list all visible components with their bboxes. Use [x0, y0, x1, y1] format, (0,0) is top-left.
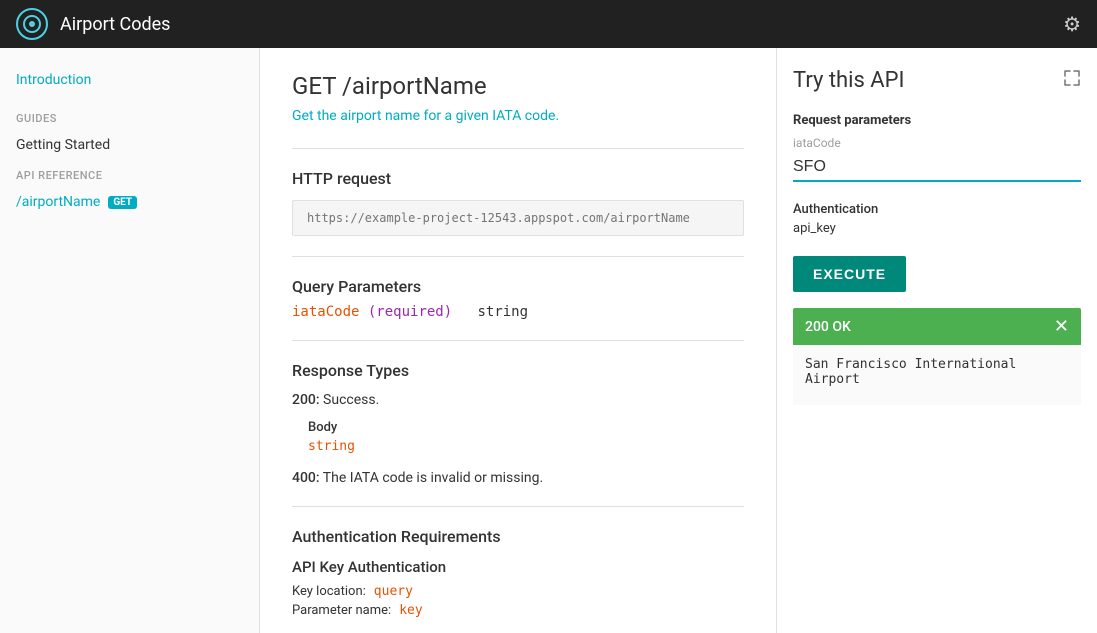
auth-param-name-row: Parameter name: key	[292, 603, 744, 618]
auth-sub-heading: API Key Authentication	[292, 558, 744, 576]
sidebar: Introduction GUIDES Getting Started API …	[0, 48, 260, 633]
response-status: 200 OK	[805, 319, 851, 335]
param-iata-code: iataCode (required) string	[292, 304, 744, 320]
execute-button[interactable]: EXECUTE	[793, 256, 906, 292]
response-box: 200 OK ✕ San Francisco International Air…	[793, 308, 1081, 405]
response-200-desc: Success.	[323, 392, 379, 408]
try-api-panel: Try this API Request parameters iataCode…	[777, 48, 1097, 633]
sidebar-item-getting-started[interactable]: Getting Started	[0, 129, 259, 161]
app-title: Airport Codes	[60, 14, 170, 35]
response-400: 400: The IATA code is invalid or missing…	[292, 470, 744, 486]
app-header: Airport Codes ⚙	[0, 0, 1097, 48]
body-section: Body string	[308, 420, 744, 454]
body-type: string	[308, 439, 744, 454]
endpoint-title: GET /airportName	[292, 72, 744, 100]
try-panel-title: Try this API	[793, 68, 905, 93]
sidebar-api-label: /airportName	[16, 194, 100, 210]
divider-2	[292, 256, 744, 257]
divider-3	[292, 340, 744, 341]
divider-4	[292, 506, 744, 507]
get-badge: GET	[108, 196, 137, 209]
param-type: string	[477, 304, 528, 320]
try-panel-header: Try this API	[793, 68, 1081, 93]
response-200-code: 200:	[292, 392, 320, 408]
header-left: Airport Codes	[16, 8, 170, 40]
api-key-value: api_key	[793, 221, 1081, 236]
iata-code-input[interactable]	[793, 154, 1081, 182]
http-url: https://example-project-12543.appspot.co…	[292, 200, 744, 236]
query-params-heading: Query Parameters	[292, 277, 744, 296]
divider-1	[292, 148, 744, 149]
key-location-value: query	[374, 584, 413, 599]
sidebar-section-guides: GUIDES	[0, 104, 259, 129]
iata-code-label: iataCode	[793, 136, 1081, 150]
endpoint-description: Get the airport name for a given IATA co…	[292, 108, 744, 124]
sidebar-item-introduction[interactable]: Introduction	[0, 64, 259, 104]
param-required: (required)	[368, 304, 469, 320]
param-name-value: key	[399, 603, 422, 618]
response-400-code: 400:	[292, 470, 320, 486]
auth-key-location-row: Key location: query	[292, 584, 744, 599]
response-body: San Francisco International Airport	[793, 345, 1081, 405]
settings-icon[interactable]: ⚙	[1063, 12, 1081, 36]
sidebar-section-api-reference: API REFERENCE	[0, 161, 259, 186]
auth-heading: Authentication Requirements	[292, 527, 744, 546]
param-name: iataCode	[292, 304, 359, 320]
key-location-label: Key location:	[292, 584, 366, 599]
response-close-button[interactable]: ✕	[1054, 316, 1069, 337]
sidebar-item-airport-name[interactable]: /airportName GET	[0, 186, 259, 218]
response-status-bar: 200 OK ✕	[793, 308, 1081, 345]
app-logo-icon	[16, 8, 48, 40]
expand-icon[interactable]	[1063, 69, 1081, 92]
response-400-desc: The IATA code is invalid or missing.	[323, 470, 543, 486]
request-params-label: Request parameters	[793, 113, 1081, 128]
body-label: Body	[308, 420, 744, 435]
response-200: 200: Success.	[292, 392, 744, 408]
main-content: GET /airportName Get the airport name fo…	[260, 48, 777, 633]
authentication-label: Authentication	[793, 202, 1081, 217]
param-name-label: Parameter name:	[292, 603, 391, 618]
main-layout: Introduction GUIDES Getting Started API …	[0, 48, 1097, 633]
http-request-heading: HTTP request	[292, 169, 744, 188]
response-types-heading: Response Types	[292, 361, 744, 380]
